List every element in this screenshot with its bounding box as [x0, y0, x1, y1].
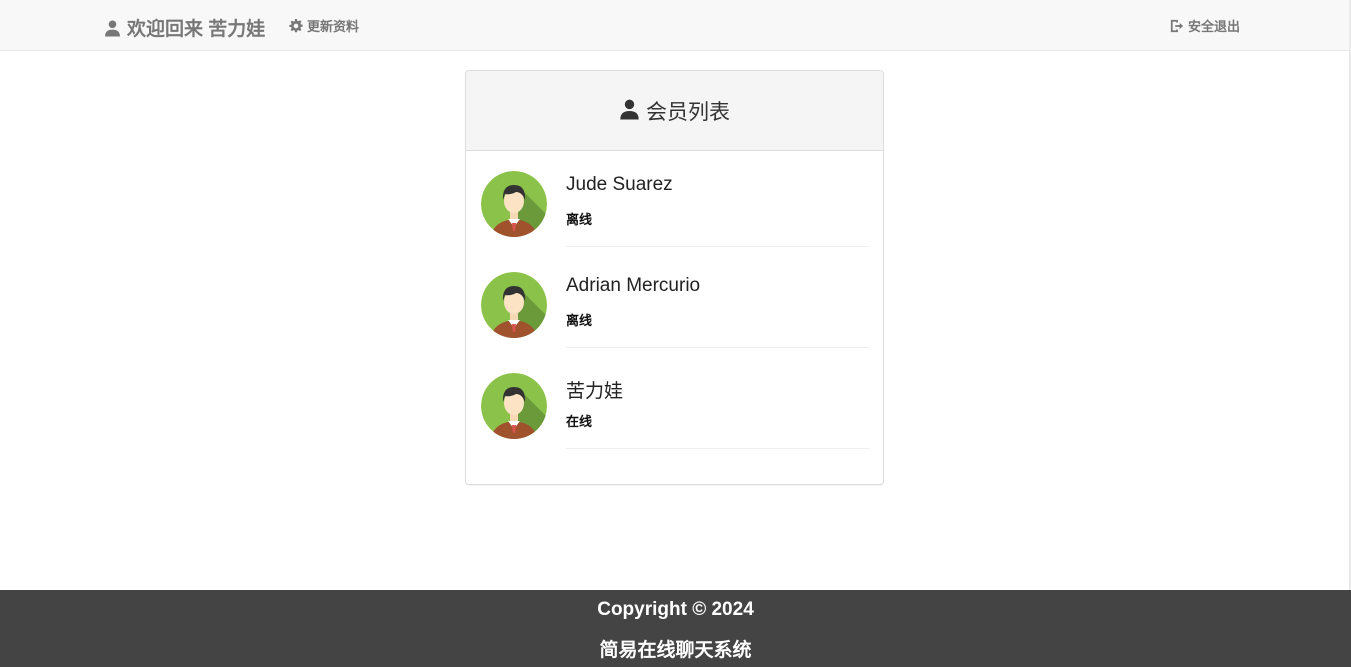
update-profile-link[interactable]: 更新资料 — [289, 16, 359, 35]
member-status: 在线 — [566, 414, 593, 429]
top-navbar: 欢迎回来 苦力娃 更新资料 安全退出 — [0, 0, 1351, 51]
divider — [566, 448, 869, 449]
member-name: Adrian Mercurio — [566, 275, 701, 296]
member-status: 离线 — [566, 212, 593, 227]
page-footer: Copyright © 2024 简易在线聊天系统 — [0, 590, 1351, 667]
divider — [566, 347, 869, 348]
member-name: Jude Suarez — [566, 174, 673, 195]
logout-link[interactable]: 安全退出 — [1170, 16, 1240, 35]
member-list-item[interactable]: Jude Suarez 离线 — [481, 151, 869, 252]
user-icon — [104, 19, 121, 37]
member-status: 离线 — [566, 313, 593, 328]
copyright-text: Copyright © 2024 — [597, 599, 754, 620]
divider — [566, 246, 869, 247]
avatar — [481, 373, 547, 439]
logout-label: 安全退出 — [1188, 19, 1241, 34]
avatar — [481, 171, 547, 237]
member-name: 苦力娃 — [566, 381, 624, 402]
system-name: 简易在线聊天系统 — [599, 640, 752, 661]
panel-heading: 会员列表 — [466, 71, 883, 151]
gear-icon — [289, 19, 303, 33]
welcome-text: 欢迎回来 苦力娃 — [127, 19, 266, 40]
member-list-panel: 会员列表 Jude Suarez 离线 Adrian Mercurio 离线 苦… — [465, 70, 884, 485]
user-icon — [619, 98, 640, 120]
welcome-brand[interactable]: 欢迎回来 苦力娃 — [104, 14, 265, 41]
update-profile-label: 更新资料 — [307, 19, 360, 34]
member-list-item[interactable]: Adrian Mercurio 离线 — [481, 252, 869, 353]
member-list-item[interactable]: 苦力娃 在线 — [481, 353, 869, 454]
logout-icon — [1170, 19, 1184, 33]
avatar — [481, 272, 547, 338]
panel-title: 会员列表 — [646, 100, 730, 124]
